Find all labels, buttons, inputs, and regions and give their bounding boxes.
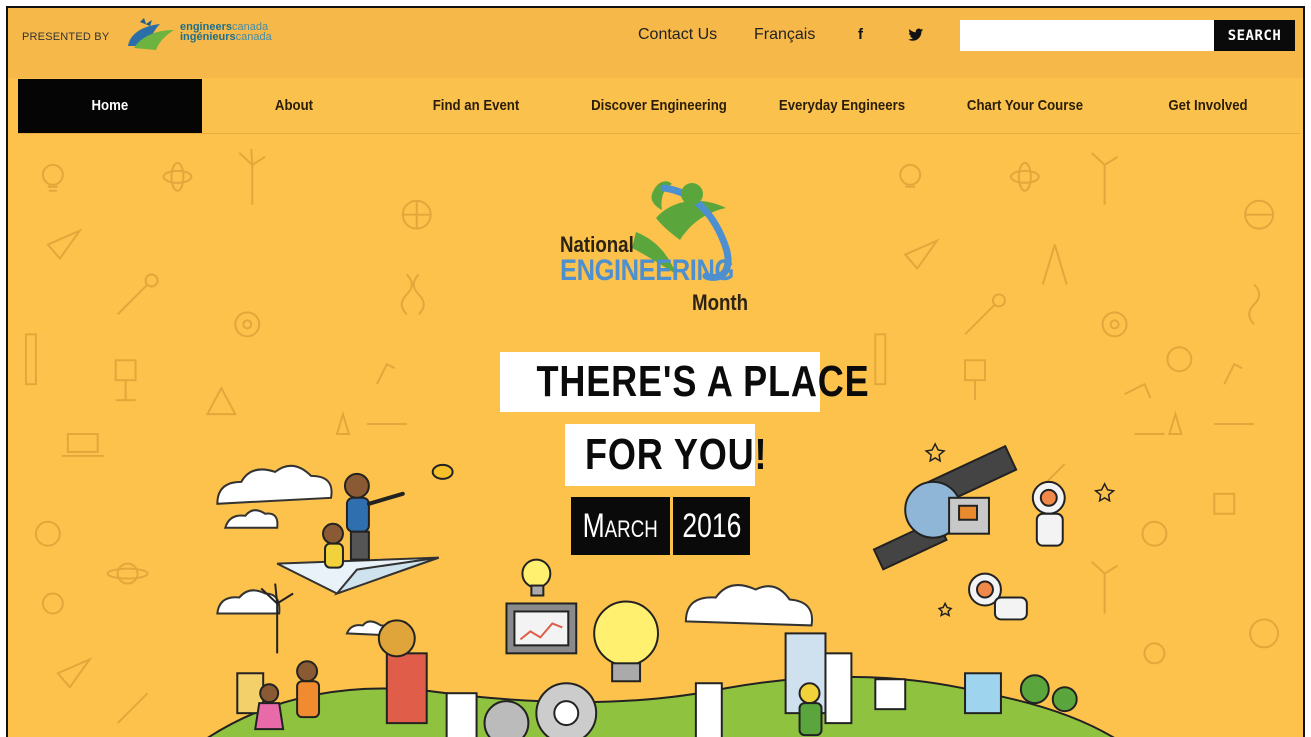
engineers-canada-logo-text[interactable]: engineerscanada ingénieurscanada [180, 22, 272, 43]
hero-illustration [207, 442, 1116, 737]
language-toggle-link[interactable]: Français [754, 26, 815, 44]
nav-item-about[interactable]: About [213, 79, 375, 133]
nav-item-everyday-engineers[interactable]: Everyday Engineers [761, 79, 923, 133]
bee-illustration [431, 463, 454, 480]
hero-banner: National ENGINEERING Month THERE'S A PLA… [8, 134, 1303, 737]
facebook-icon[interactable]: f [858, 26, 863, 43]
nav-item-discover-engineering[interactable]: Discover Engineering [578, 79, 740, 133]
search-input[interactable] [960, 20, 1214, 51]
nav-item-home[interactable]: Home [18, 79, 202, 133]
browser-frame: PRESENTED BY engineerscanada ingénieursc… [6, 6, 1305, 737]
main-nav: Home About Find an Event Discover Engine… [18, 79, 1300, 133]
nav-item-chart-your-course[interactable]: Chart Your Course [944, 79, 1106, 133]
nav-item-label: Home [91, 97, 129, 114]
ec-line2-light: canada [235, 31, 272, 43]
nav-item-find-an-event[interactable]: Find an Event [395, 79, 557, 133]
contact-us-link[interactable]: Contact Us [638, 26, 717, 44]
nav-item-get-involved[interactable]: Get Involved [1127, 79, 1289, 133]
twitter-icon[interactable] [908, 28, 924, 42]
top-bar: PRESENTED BY engineerscanada ingénieursc… [8, 8, 1303, 78]
search-button[interactable]: SEARCH [1214, 20, 1295, 51]
satellite-illustration [872, 444, 1018, 571]
ec-line2-bold: ingénieurs [180, 31, 236, 43]
engineers-canada-leaf-icon[interactable] [120, 16, 180, 56]
presented-by-label: PRESENTED BY [22, 31, 110, 43]
